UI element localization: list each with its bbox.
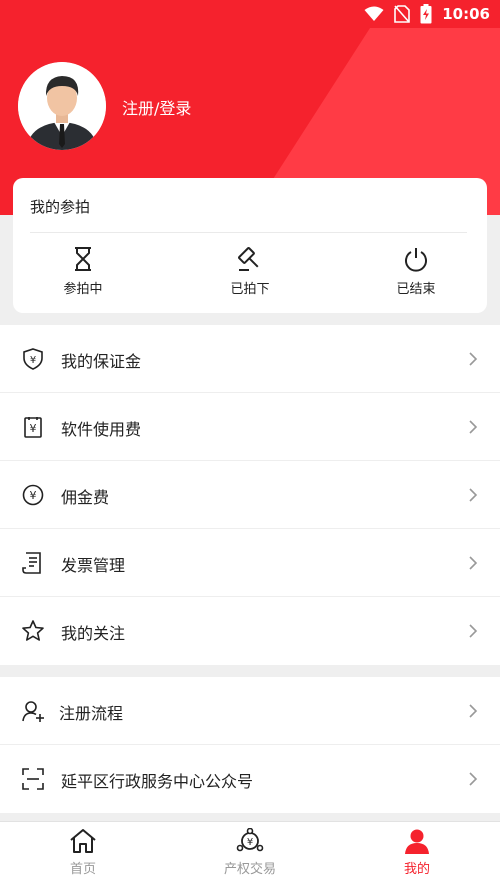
menu-item-software-fee[interactable]: ¥ 软件使用费: [0, 393, 500, 461]
user-avatar-icon: [18, 62, 106, 150]
receipt-yen-icon: ¥: [24, 417, 42, 438]
nav-label: 首页: [69, 862, 96, 877]
power-icon: [405, 248, 427, 272]
chevron-right-icon: [469, 352, 478, 366]
gavel-icon: [238, 247, 259, 271]
menu-label: 发票管理: [61, 556, 126, 575]
svg-text:¥: ¥: [30, 422, 37, 435]
menu-label: 佣金费: [61, 488, 110, 507]
nav-mine[interactable]: 我的: [362, 828, 472, 877]
card-title: 我的参拍: [30, 198, 91, 216]
chevron-right-icon: [469, 556, 478, 570]
menu-label: 软件使用费: [61, 420, 142, 439]
chevron-right-icon: [469, 772, 478, 786]
menu-item-deposit[interactable]: ¥ 我的保证金: [0, 325, 500, 393]
auction-ended[interactable]: 已结束: [366, 246, 466, 297]
menu-item-commission[interactable]: ¥ 佣金费: [0, 461, 500, 529]
bottom-navigation: 首页 ¥ 产权交易 我的: [0, 821, 500, 888]
nav-property-trading[interactable]: ¥ 产权交易: [195, 828, 305, 877]
status-bar: 10:06: [0, 0, 500, 28]
chevron-right-icon: [469, 704, 478, 718]
my-auctions-card: 我的参拍 参拍中 已拍下 已结束: [13, 178, 487, 313]
shield-yen-icon: ¥: [23, 348, 43, 370]
svg-text:¥: ¥: [247, 837, 253, 848]
home-icon: [70, 829, 96, 853]
auction-ended-label: 已结束: [396, 282, 436, 297]
avatar[interactable]: [18, 62, 106, 150]
svg-text:¥: ¥: [30, 489, 37, 502]
svg-text:¥: ¥: [30, 355, 36, 366]
coin-yen-icon: ¥: [22, 484, 44, 506]
menu-label: 延平区行政服务中心公众号: [61, 772, 254, 791]
chevron-right-icon: [469, 624, 478, 638]
no-sim-icon: [394, 5, 411, 23]
menu-label: 注册流程: [59, 704, 124, 723]
chevron-right-icon: [469, 488, 478, 502]
auction-won-label: 已拍下: [230, 282, 270, 297]
menu-item-invoice[interactable]: 发票管理: [0, 529, 500, 597]
wifi-icon: [364, 6, 384, 21]
nav-home[interactable]: 首页: [28, 828, 138, 877]
battery-charging-icon: [420, 4, 432, 24]
invoice-icon: [22, 552, 41, 574]
info-menu: 注册流程 延平区行政服务中心公众号: [0, 677, 500, 813]
menu-item-registration-process[interactable]: 注册流程: [0, 677, 500, 745]
user-add-icon: [22, 701, 44, 722]
exchange-icon: ¥: [236, 828, 264, 852]
auction-in-progress[interactable]: 参拍中: [33, 246, 133, 297]
star-icon: [22, 620, 44, 641]
scan-icon: [22, 768, 44, 790]
menu-item-favorites[interactable]: 我的关注: [0, 597, 500, 665]
nav-label: 产权交易: [223, 862, 276, 877]
clock: 10:06: [442, 5, 490, 23]
menu-label: 我的保证金: [61, 352, 142, 371]
menu-label: 我的关注: [61, 624, 126, 643]
card-divider: [30, 232, 467, 233]
login-register-link[interactable]: 注册/登录: [122, 95, 191, 119]
menu-item-official-account[interactable]: 延平区行政服务中心公众号: [0, 745, 500, 813]
auction-in-progress-label: 参拍中: [63, 282, 103, 297]
account-menu: ¥ 我的保证金 ¥ 软件使用费 ¥ 佣金费 发票管理 我的关注: [0, 325, 500, 665]
user-icon: [405, 829, 429, 854]
nav-label: 我的: [403, 862, 430, 877]
chevron-right-icon: [469, 420, 478, 434]
hourglass-icon: [75, 247, 91, 271]
auction-won[interactable]: 已拍下: [200, 246, 300, 297]
